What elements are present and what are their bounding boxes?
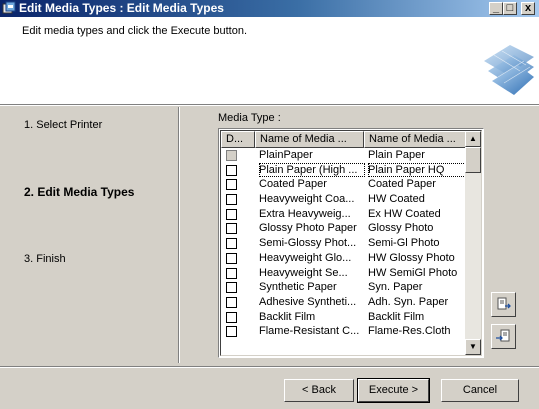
media-name-cell: Glossy Photo Paper — [259, 222, 357, 235]
window-title: Edit Media Types : Edit Media Types — [19, 1, 224, 15]
media-name-cell: Plain Paper (High ... — [259, 162, 365, 178]
table-row[interactable]: Plain Paper (High ... Plain Paper HQ — [221, 162, 468, 178]
header-panel: Edit media types and click the Execute b… — [0, 17, 539, 104]
minimize-button[interactable]: _ — [489, 2, 503, 15]
media-display-name-cell: Syn. Paper — [368, 281, 423, 294]
table-row[interactable]: Adhesive Syntheti... Adh. Syn. Paper — [221, 295, 468, 310]
import-icon — [496, 329, 510, 342]
media-stack-graphic — [484, 45, 534, 95]
media-display-name-cell: Ex HW Coated — [368, 207, 441, 220]
column-header-name-2[interactable]: Name of Media ... — [364, 131, 468, 148]
app-icon — [2, 1, 16, 14]
header-separator — [0, 104, 539, 106]
export-icon — [497, 297, 511, 310]
table-row[interactable]: Semi-Glossy Phot... Semi-Gl Photo — [221, 236, 468, 251]
footer-separator — [0, 366, 539, 368]
scroll-up-button[interactable]: ▲ — [465, 131, 481, 147]
media-name-cell: Heavyweight Glo... — [259, 251, 352, 264]
media-type-label: Media Type : — [218, 112, 281, 124]
row-checkbox[interactable] — [226, 282, 237, 294]
row-checkbox — [226, 150, 237, 161]
step-edit-media-types: 2. Edit Media Types — [24, 185, 135, 199]
media-name-cell: Adhesive Syntheti... — [259, 295, 357, 308]
media-name-cell: Synthetic Paper — [259, 281, 337, 294]
step-finish: 3. Finish — [24, 253, 66, 265]
media-name-cell: Coated Paper — [259, 178, 327, 191]
media-display-name-cell: HW Coated — [368, 193, 425, 206]
row-checkbox[interactable] — [226, 194, 237, 206]
row-checkbox[interactable] — [226, 223, 237, 235]
media-name-cell: PlainPaper — [259, 149, 313, 161]
row-checkbox[interactable] — [226, 311, 237, 323]
media-name-cell: Backlit Film — [259, 310, 316, 323]
table-row[interactable]: Glossy Photo Paper Glossy Photo — [221, 221, 468, 236]
media-display-name-cell: Adh. Syn. Paper — [368, 295, 449, 308]
maximize-button[interactable]: □ — [503, 2, 517, 15]
row-checkbox[interactable] — [226, 238, 237, 250]
column-header-name-1[interactable]: Name of Media ... — [255, 131, 364, 148]
table-row[interactable]: Backlit Film Backlit Film — [221, 310, 468, 325]
media-display-name-cell: Plain Paper HQ — [368, 162, 466, 178]
media-name-cell: Extra Heavyweig... — [259, 207, 351, 220]
back-button[interactable]: < Back — [284, 379, 354, 402]
step-select-printer: 1. Select Printer — [24, 119, 103, 131]
import-button[interactable] — [491, 324, 516, 349]
vertical-scrollbar[interactable]: ▲ ▼ — [465, 131, 481, 355]
row-checkbox[interactable] — [226, 179, 237, 191]
media-display-name-cell: Backlit Film — [368, 310, 425, 323]
table-row[interactable]: Extra Heavyweig... Ex HW Coated — [221, 207, 468, 222]
media-display-name-cell: Glossy Photo — [368, 222, 434, 235]
execute-button[interactable]: Execute > — [357, 378, 430, 403]
scroll-down-button[interactable]: ▼ — [465, 339, 481, 355]
row-checkbox[interactable] — [226, 296, 237, 308]
media-display-name-cell: HW SemiGl Photo — [368, 266, 458, 279]
table-row[interactable]: Heavyweight Glo... HW Glossy Photo — [221, 251, 468, 266]
dialog-window: Edit Media Types : Edit Media Types _ □ … — [0, 0, 539, 409]
header-description: Edit media types and click the Execute b… — [22, 25, 248, 37]
close-button[interactable]: x — [521, 2, 535, 15]
column-header-d[interactable]: D... — [221, 131, 255, 148]
media-type-list[interactable]: D... Name of Media ... Name of Media ...… — [218, 128, 484, 358]
row-checkbox[interactable] — [226, 267, 237, 279]
table-row[interactable]: Heavyweight Se... HW SemiGl Photo — [221, 266, 468, 281]
row-checkbox[interactable] — [226, 208, 237, 220]
media-name-cell: Heavyweight Se... — [259, 266, 348, 279]
row-checkbox[interactable] — [226, 252, 237, 264]
title-bar[interactable]: Edit Media Types : Edit Media Types _ □ … — [0, 0, 539, 17]
media-display-name-cell: HW Glossy Photo — [368, 251, 455, 264]
media-display-name-cell: Semi-Gl Photo — [368, 237, 440, 250]
row-checkbox[interactable] — [226, 164, 237, 176]
media-display-name-cell: Coated Paper — [368, 178, 436, 191]
table-row[interactable]: Synthetic Paper Syn. Paper — [221, 280, 468, 295]
table-row[interactable]: Flame-Resistant C... Flame-Res.Cloth — [221, 324, 468, 339]
media-name-cell: Flame-Resistant C... — [259, 325, 360, 338]
media-display-name-cell: Flame-Res.Cloth — [368, 325, 451, 338]
media-display-name-cell: Plain Paper — [368, 149, 425, 161]
table-row[interactable]: Heavyweight Coa... HW Coated — [221, 192, 468, 207]
vertical-divider — [178, 107, 180, 363]
media-name-cell: Semi-Glossy Phot... — [259, 237, 357, 250]
row-checkbox[interactable] — [226, 326, 237, 338]
cancel-button[interactable]: Cancel — [441, 379, 519, 402]
table-row[interactable]: Coated Paper Coated Paper — [221, 177, 468, 192]
media-type-rows: PlainPaper Plain Paper Plain Paper (High .… — [221, 148, 468, 339]
export-button[interactable] — [491, 292, 516, 317]
scroll-thumb[interactable] — [465, 147, 481, 173]
table-row[interactable]: PlainPaper Plain Paper — [221, 148, 468, 163]
media-name-cell: Heavyweight Coa... — [259, 193, 355, 206]
